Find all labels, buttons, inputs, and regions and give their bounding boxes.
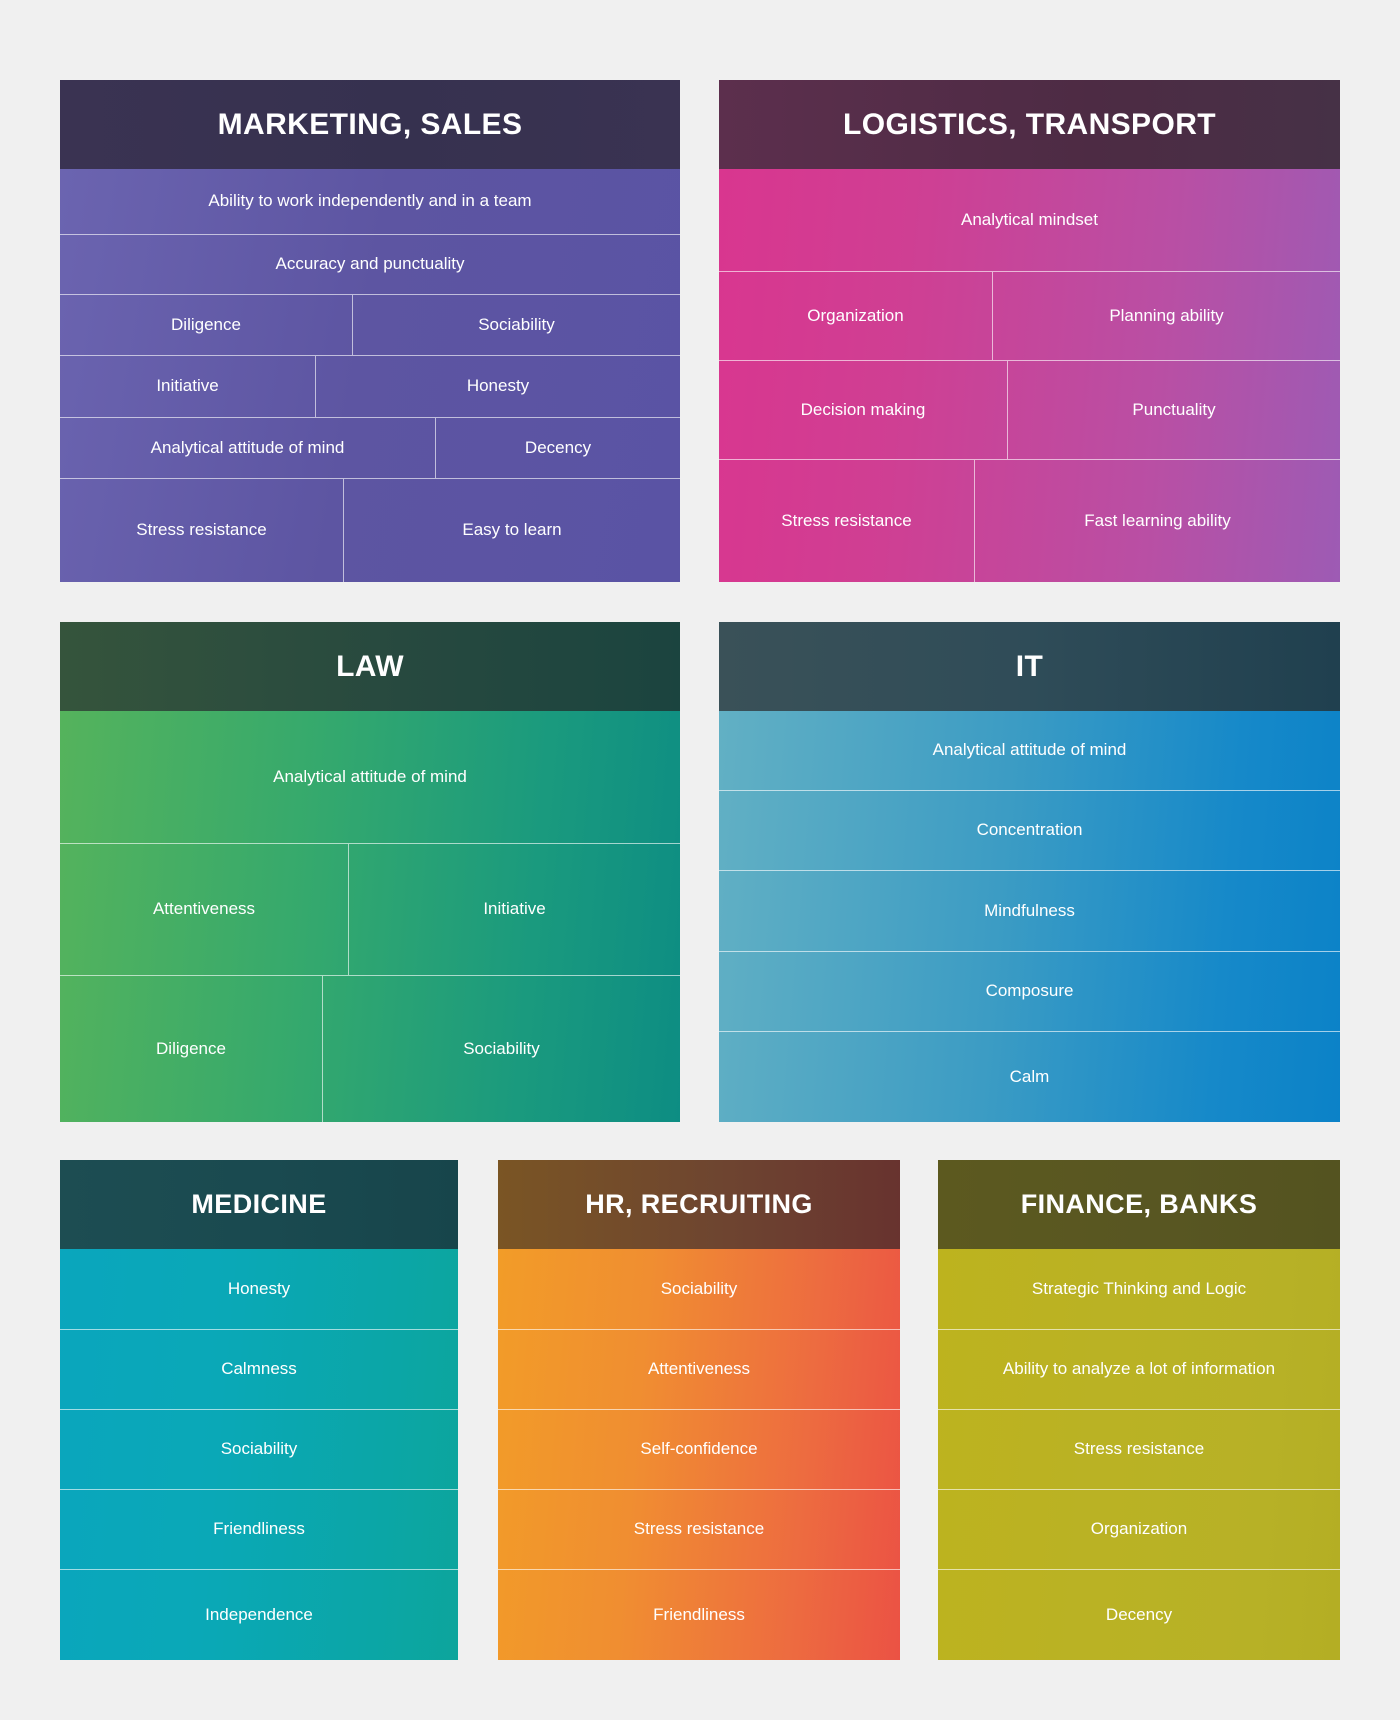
skill-cell[interactable]: Composure <box>719 952 1340 1031</box>
panel-title-finance-banks: FINANCE, BANKS <box>938 1160 1340 1249</box>
panel-marketing-sales: MARKETING, SALES Ability to work indepen… <box>60 80 680 582</box>
skill-cell[interactable]: Planning ability <box>993 272 1340 360</box>
panel-title-logistics-transport: LOGISTICS, TRANSPORT <box>719 80 1340 169</box>
skill-cell[interactable]: Stress resistance <box>60 479 343 582</box>
divider <box>992 272 993 360</box>
skill-cell[interactable]: Initiative <box>349 844 680 975</box>
skill-cell[interactable]: Decency <box>436 418 680 478</box>
divider <box>322 976 323 1122</box>
divider <box>348 844 349 975</box>
skill-cell[interactable]: Stress resistance <box>498 1490 900 1569</box>
skill-cell[interactable]: Diligence <box>60 976 322 1122</box>
skill-cell[interactable]: Initiative <box>60 356 315 417</box>
skill-cell[interactable]: Strategic Thinking and Logic <box>938 1249 1340 1329</box>
panel-finance-banks: FINANCE, BANKS Strategic Thinking and Lo… <box>938 1160 1340 1660</box>
skill-cell[interactable]: Organization <box>719 272 992 360</box>
panel-title-text: MEDICINE <box>191 1189 327 1219</box>
skill-cell[interactable]: Independence <box>60 1570 458 1660</box>
skill-cell[interactable]: Analytical attitude of mind <box>60 418 435 478</box>
panel-body-hr-recruiting: Sociability Attentiveness Self-confidenc… <box>498 1249 900 1660</box>
skill-cell[interactable]: Sociability <box>60 1410 458 1489</box>
panel-title-text: LAW <box>336 649 404 683</box>
panel-title-text: MARKETING, SALES <box>217 107 523 141</box>
panel-body-marketing-sales: Ability to work independently and in a t… <box>60 169 680 582</box>
panel-body-finance-banks: Strategic Thinking and Logic Ability to … <box>938 1249 1340 1660</box>
divider <box>435 418 436 478</box>
skill-cell[interactable]: Stress resistance <box>719 460 974 582</box>
panel-body-logistics-transport: Analytical mindset Organization Planning… <box>719 169 1340 582</box>
divider <box>343 479 344 582</box>
infographic-canvas: MARKETING, SALES Ability to work indepen… <box>0 0 1400 1720</box>
panel-body-it: Analytical attitude of mind Concentratio… <box>719 711 1340 1122</box>
panel-title-text: HR, RECRUITING <box>585 1189 813 1219</box>
panel-law: LAW Analytical attitude of mind Attentiv… <box>60 622 680 1122</box>
skill-cell[interactable]: Honesty <box>316 356 680 417</box>
skill-cell[interactable]: Self-confidence <box>498 1410 900 1489</box>
panel-title-law: LAW <box>60 622 680 711</box>
skill-cell[interactable]: Calm <box>719 1032 1340 1122</box>
divider <box>315 356 316 417</box>
panel-title-text: LOGISTICS, TRANSPORT <box>842 107 1216 141</box>
skill-cell[interactable]: Diligence <box>60 295 352 355</box>
skill-cell[interactable]: Sociability <box>323 976 680 1122</box>
panel-body-medicine: Honesty Calmness Sociability Friendlines… <box>60 1249 458 1660</box>
skill-cell[interactable]: Friendliness <box>60 1490 458 1569</box>
skill-cell[interactable]: Attentiveness <box>498 1330 900 1409</box>
skill-cell[interactable]: Mindfulness <box>719 871 1340 951</box>
panel-body-law: Analytical attitude of mind Attentivenes… <box>60 711 680 1122</box>
skill-cell[interactable]: Punctuality <box>1008 361 1340 459</box>
panel-title-medicine: MEDICINE <box>60 1160 458 1249</box>
panel-title-it: IT <box>719 622 1340 711</box>
skill-cell[interactable]: Analytical mindset <box>719 169 1340 271</box>
skill-cell[interactable]: Honesty <box>60 1249 458 1329</box>
panel-hr-recruiting: HR, RECRUITING Sociability Attentiveness… <box>498 1160 900 1660</box>
skill-cell[interactable]: Easy to learn <box>344 479 680 582</box>
skill-cell[interactable]: Accuracy and punctuality <box>60 235 680 294</box>
skill-cell[interactable]: Friendliness <box>498 1570 900 1660</box>
divider <box>974 460 975 582</box>
skill-cell[interactable]: Sociability <box>498 1249 900 1329</box>
panel-it: IT Analytical attitude of mind Concentra… <box>719 622 1340 1122</box>
panel-title-text: FINANCE, BANKS <box>1020 1189 1258 1219</box>
panel-medicine: MEDICINE Honesty Calmness Sociability Fr… <box>60 1160 458 1660</box>
skill-cell[interactable]: Ability to work independently and in a t… <box>60 169 680 234</box>
panel-title-hr-recruiting: HR, RECRUITING <box>498 1160 900 1249</box>
skill-cell[interactable]: Sociability <box>353 295 680 355</box>
panel-title-marketing-sales: MARKETING, SALES <box>60 80 680 169</box>
divider <box>352 295 353 355</box>
skill-cell[interactable]: Decision making <box>719 361 1007 459</box>
skill-cell[interactable]: Analytical attitude of mind <box>60 711 680 843</box>
skill-cell[interactable]: Ability to analyze a lot of information <box>938 1330 1340 1409</box>
skill-cell[interactable]: Concentration <box>719 791 1340 870</box>
skill-cell[interactable]: Analytical attitude of mind <box>719 711 1340 790</box>
skill-cell[interactable]: Stress resistance <box>938 1410 1340 1489</box>
skill-cell[interactable]: Fast learning ability <box>975 460 1340 582</box>
skill-cell[interactable]: Attentiveness <box>60 844 348 975</box>
divider <box>1007 361 1008 459</box>
panel-logistics-transport: LOGISTICS, TRANSPORT Analytical mindset … <box>719 80 1340 582</box>
skill-cell[interactable]: Calmness <box>60 1330 458 1409</box>
skill-cell[interactable]: Decency <box>938 1570 1340 1660</box>
skill-cell[interactable]: Organization <box>938 1490 1340 1569</box>
panel-title-text: IT <box>1015 649 1044 683</box>
